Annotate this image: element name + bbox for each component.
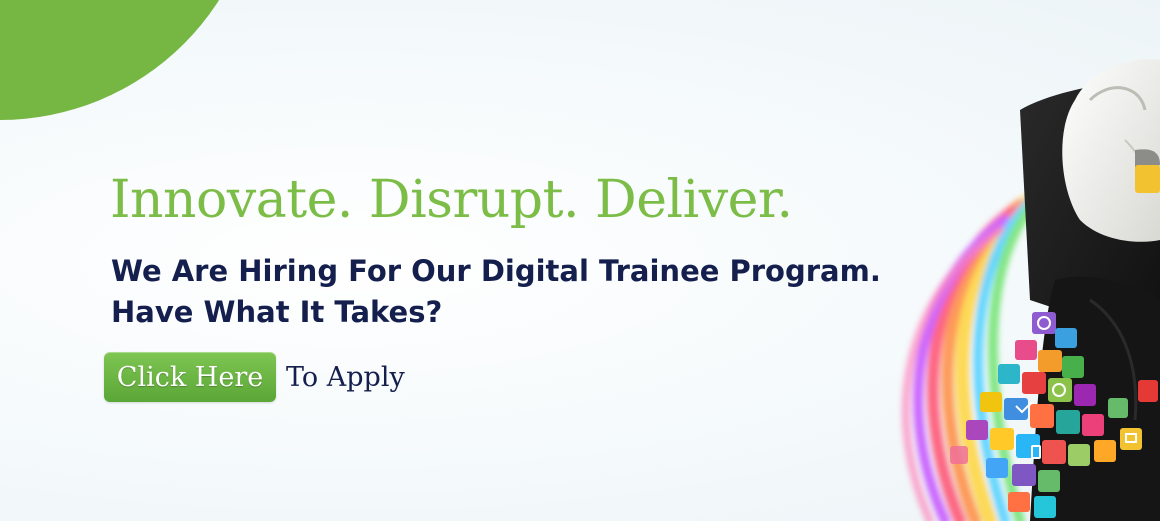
subheading-line-1: We Are Hiring For Our Digital Trainee Pr… xyxy=(111,254,881,288)
click-here-button[interactable]: Click Here xyxy=(104,352,276,402)
banner-headline: Innovate. Disrupt. Deliver. xyxy=(110,170,793,230)
subheading-line-2: Have What It Takes? xyxy=(111,295,443,329)
hiring-banner[interactable]: Innovate. Disrupt. Deliver. We Are Hirin… xyxy=(0,0,1160,521)
green-corner-arc xyxy=(0,0,260,120)
apply-text: To Apply xyxy=(286,361,405,393)
hero-illustration xyxy=(790,0,1160,521)
banner-subheading: We Are Hiring For Our Digital Trainee Pr… xyxy=(111,251,881,333)
cta-row: Click Here To Apply xyxy=(104,352,405,402)
